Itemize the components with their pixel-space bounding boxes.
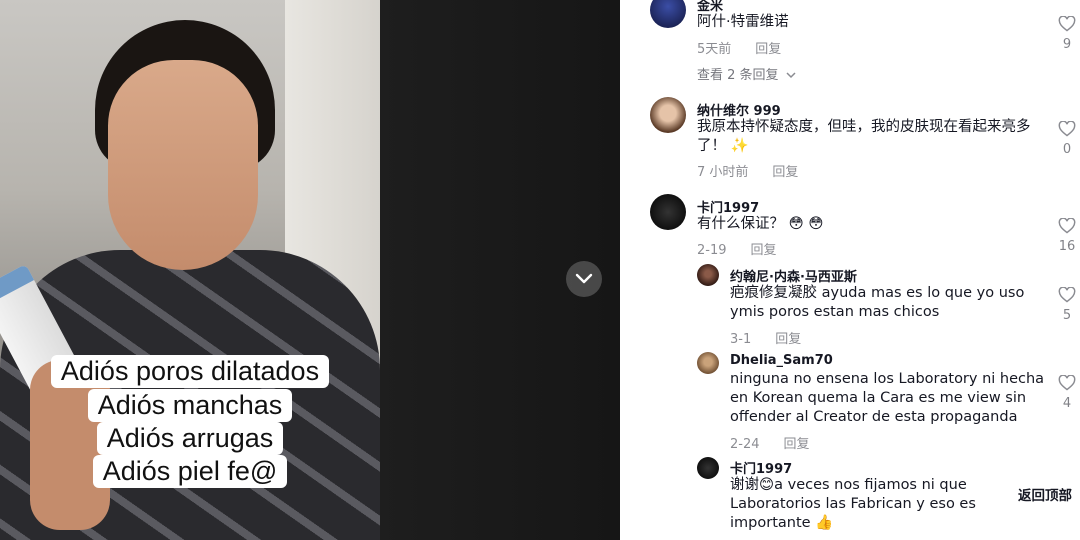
video-caption: Adiós piel fe@ bbox=[0, 455, 380, 488]
avatar[interactable] bbox=[697, 352, 719, 374]
heart-icon bbox=[1058, 16, 1076, 32]
video-frame: Adiós poros dilatados Adiós manchas Adió… bbox=[0, 0, 380, 540]
heart-icon bbox=[1058, 375, 1076, 391]
avatar[interactable] bbox=[650, 97, 686, 133]
reply-username[interactable]: 约翰尼·内森·马西亚斯 bbox=[730, 266, 857, 285]
video-caption: Adiós poros dilatados bbox=[0, 355, 380, 388]
like-count: 4 bbox=[1062, 396, 1072, 411]
comments-panel[interactable]: 金米 阿什·特雷维诺 5天前 回复 查看 2 条回复 9 纳什维尔 999 我原本… bbox=[620, 0, 1080, 540]
reply-time: 2-24 bbox=[730, 437, 760, 452]
reply-username[interactable]: 卡门1997 bbox=[730, 458, 792, 477]
comment-time: 2-19 bbox=[697, 243, 727, 258]
like-button[interactable]: 0 bbox=[1054, 121, 1080, 157]
avatar[interactable] bbox=[697, 264, 719, 286]
video-caption: Adiós arrugas bbox=[0, 422, 380, 455]
reply-username[interactable]: Dhelia_Sam70 bbox=[730, 353, 833, 368]
comment-time: 5天前 bbox=[697, 42, 732, 57]
heart-icon bbox=[1058, 218, 1076, 234]
comment-text: 有什么保证？ 😳 😳 bbox=[697, 216, 824, 232]
like-button[interactable]: 4 bbox=[1054, 375, 1080, 411]
reply-button[interactable]: 回复 bbox=[772, 165, 798, 180]
reply-text: ninguna no ensena los Laboratory ni hech… bbox=[730, 371, 1045, 425]
video-product-cap bbox=[0, 264, 35, 306]
like-count: 0 bbox=[1062, 142, 1072, 157]
reply-meta: 2-24 回复 bbox=[730, 433, 810, 452]
like-button[interactable]: 5 bbox=[1054, 287, 1080, 323]
view-replies-button[interactable]: 查看 2 条回复 bbox=[697, 64, 796, 83]
heart-icon bbox=[1058, 287, 1076, 303]
like-button[interactable]: 16 bbox=[1054, 218, 1080, 254]
comment-text: 阿什·特雷维诺 bbox=[697, 14, 789, 30]
reply-button[interactable]: 回复 bbox=[751, 243, 777, 258]
reply-text: 疤痕修复凝胶 ayuda mas es lo que yo uso ymis p… bbox=[730, 285, 1025, 320]
reply-meta: 3-1 回复 bbox=[730, 328, 801, 347]
back-to-top-button[interactable]: 返回顶部 bbox=[1010, 481, 1080, 507]
video-player[interactable]: Adiós poros dilatados Adiós manchas Adió… bbox=[0, 0, 620, 540]
reply-button[interactable]: 回复 bbox=[775, 332, 801, 347]
chevron-down-icon bbox=[786, 72, 796, 79]
like-button[interactable]: 9 bbox=[1054, 16, 1080, 52]
comment-username[interactable]: 金米 bbox=[697, 0, 723, 14]
reply-button[interactable]: 回复 bbox=[755, 42, 781, 57]
like-count: 5 bbox=[1062, 308, 1072, 323]
avatar[interactable] bbox=[650, 194, 686, 230]
video-person-face bbox=[108, 60, 258, 270]
avatar[interactable] bbox=[650, 0, 686, 28]
comment-time: 7 小时前 bbox=[697, 165, 749, 180]
comment-username[interactable]: 卡门1997 bbox=[697, 197, 759, 216]
video-caption: Adiós manchas bbox=[0, 389, 380, 422]
reply-time: 3-1 bbox=[730, 332, 752, 347]
avatar[interactable] bbox=[697, 457, 719, 479]
reply-text: 谢谢😊a veces nos fijamos ni que Laboratori… bbox=[730, 477, 976, 531]
next-video-button[interactable] bbox=[566, 261, 602, 297]
comment-text: 我原本持怀疑态度，但哇，我的皮肤现在看起来亮多了！ ✨ bbox=[697, 119, 1031, 154]
reply-button[interactable]: 回复 bbox=[784, 437, 810, 452]
comment-meta: 7 小时前 回复 bbox=[697, 161, 798, 180]
like-count: 9 bbox=[1062, 37, 1072, 52]
like-count: 16 bbox=[1058, 239, 1076, 254]
heart-icon bbox=[1058, 121, 1076, 137]
comment-username[interactable]: 纳什维尔 999 bbox=[697, 100, 781, 119]
comment-meta: 2-19 回复 bbox=[697, 239, 777, 258]
comment-meta: 5天前 回复 bbox=[697, 38, 781, 57]
chevron-down-icon bbox=[575, 273, 593, 284]
